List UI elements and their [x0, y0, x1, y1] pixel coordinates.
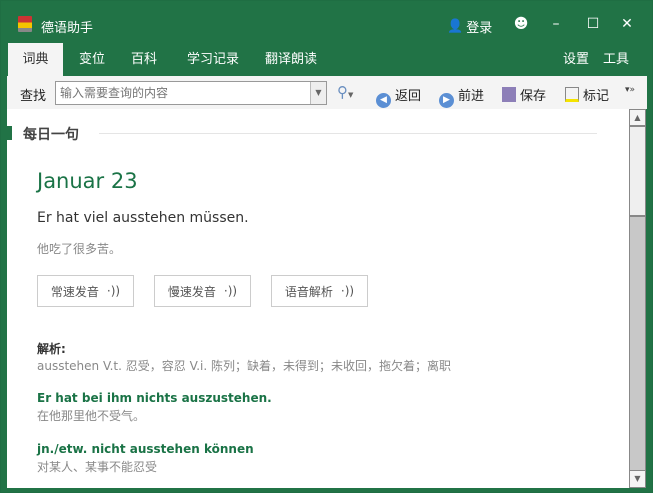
note-icon	[565, 87, 579, 102]
button-label: 慢速发音	[167, 284, 216, 299]
section-divider	[99, 133, 597, 134]
scroll-thumb[interactable]	[630, 127, 645, 217]
daily-translation: 他吃了很多苦。	[37, 242, 122, 256]
search-input[interactable]	[56, 82, 306, 104]
smiley-icon[interactable]: ☻	[511, 14, 531, 34]
title-bar: 德语助手 👤 登录 ☻ – ☐ ✕	[1, 1, 652, 43]
search-dropdown-button[interactable]: ▼	[310, 82, 326, 104]
scroll-up-button[interactable]: ▲	[630, 110, 645, 127]
app-title: 德语助手	[41, 21, 94, 36]
login-button[interactable]: 👤 登录	[447, 17, 492, 36]
section-title: 每日一句	[23, 127, 79, 143]
save-button[interactable]: 保存	[502, 85, 546, 104]
example-zh: 对某人、某事不能忍受	[37, 460, 158, 474]
back-arrow-icon: ◀	[376, 93, 391, 108]
example-zh: 在他那里他不受气。	[37, 409, 146, 423]
section-marker	[7, 126, 12, 140]
login-label: 登录	[466, 21, 493, 36]
date-heading: Januar 23	[37, 169, 138, 193]
example-de: jn./etw. nicht ausstehen können	[37, 442, 254, 456]
back-button[interactable]: ◀ 返回	[376, 85, 421, 108]
mark-label: 标记	[583, 89, 610, 104]
voice-analysis-button[interactable]: 语音解析 ·))	[271, 275, 368, 307]
speaker-icon: ·))	[106, 284, 121, 298]
forward-arrow-icon: ▶	[439, 93, 454, 108]
daily-sentence: Er hat viel ausstehen müssen.	[37, 210, 249, 226]
maximize-button[interactable]: ☐	[583, 14, 603, 34]
search-label: 查找	[20, 89, 47, 104]
slow-speed-button[interactable]: 慢速发音 ·))	[154, 275, 251, 307]
tab-history[interactable]: 学习记录	[171, 43, 255, 76]
mark-button[interactable]: 标记	[565, 85, 609, 104]
button-label: 语音解析	[284, 284, 333, 299]
daily-sentence-panel: 每日一句 Januar 23 Er hat viel ausstehen müs…	[7, 109, 629, 488]
tab-dictionary[interactable]: 词典	[8, 43, 63, 76]
more-icon[interactable]: ▾»	[625, 85, 635, 95]
scroll-down-button[interactable]: ▼	[630, 470, 645, 487]
save-label: 保存	[520, 89, 547, 104]
button-label: 常速发音	[50, 284, 99, 299]
speaker-icon: ·))	[340, 284, 355, 298]
app-window: 德语助手 👤 登录 ☻ – ☐ ✕ 词典 变位 百科 学习记录 翻译朗读 设置 工…	[0, 0, 653, 493]
back-label: 返回	[395, 89, 422, 104]
analysis-text: ausstehen V.t. 忍受，容忍 V.i. 陈列；缺着，未得到；未收回，…	[37, 359, 452, 373]
tab-encyclopedia[interactable]: 百科	[115, 43, 173, 76]
example-de: Er hat bei ihm nichts auszustehen.	[37, 391, 272, 405]
minimize-button[interactable]: –	[546, 14, 566, 34]
tab-translate[interactable]: 翻译朗读	[249, 43, 333, 76]
speaker-icon: ·))	[223, 284, 238, 298]
tab-conjugation[interactable]: 变位	[63, 43, 121, 76]
tools-menu[interactable]: 工具 ▼	[587, 43, 652, 98]
magnifier-icon[interactable]: ⚲▼	[337, 83, 353, 101]
analysis-label: 解析:	[37, 342, 66, 356]
app-logo-icon	[18, 16, 32, 32]
normal-speed-button[interactable]: 常速发音 ·))	[37, 275, 134, 307]
forward-button[interactable]: ▶ 前进	[439, 85, 484, 108]
forward-label: 前进	[458, 89, 485, 104]
main-tabs: 词典 变位 百科 学习记录 翻译朗读 设置 工具 ▼	[1, 43, 652, 98]
tools-label: 工具	[603, 52, 630, 67]
user-icon: 👤	[447, 19, 464, 34]
close-button[interactable]: ✕	[617, 14, 637, 34]
toolbar: 查找 ▼ ⚲▼ ◀ 返回 ▶ 前进 保存 标记 ▾»	[7, 76, 647, 109]
vertical-scrollbar[interactable]: ▲ ▼	[629, 109, 646, 488]
search-box: ▼	[55, 81, 327, 105]
floppy-icon	[502, 87, 516, 102]
